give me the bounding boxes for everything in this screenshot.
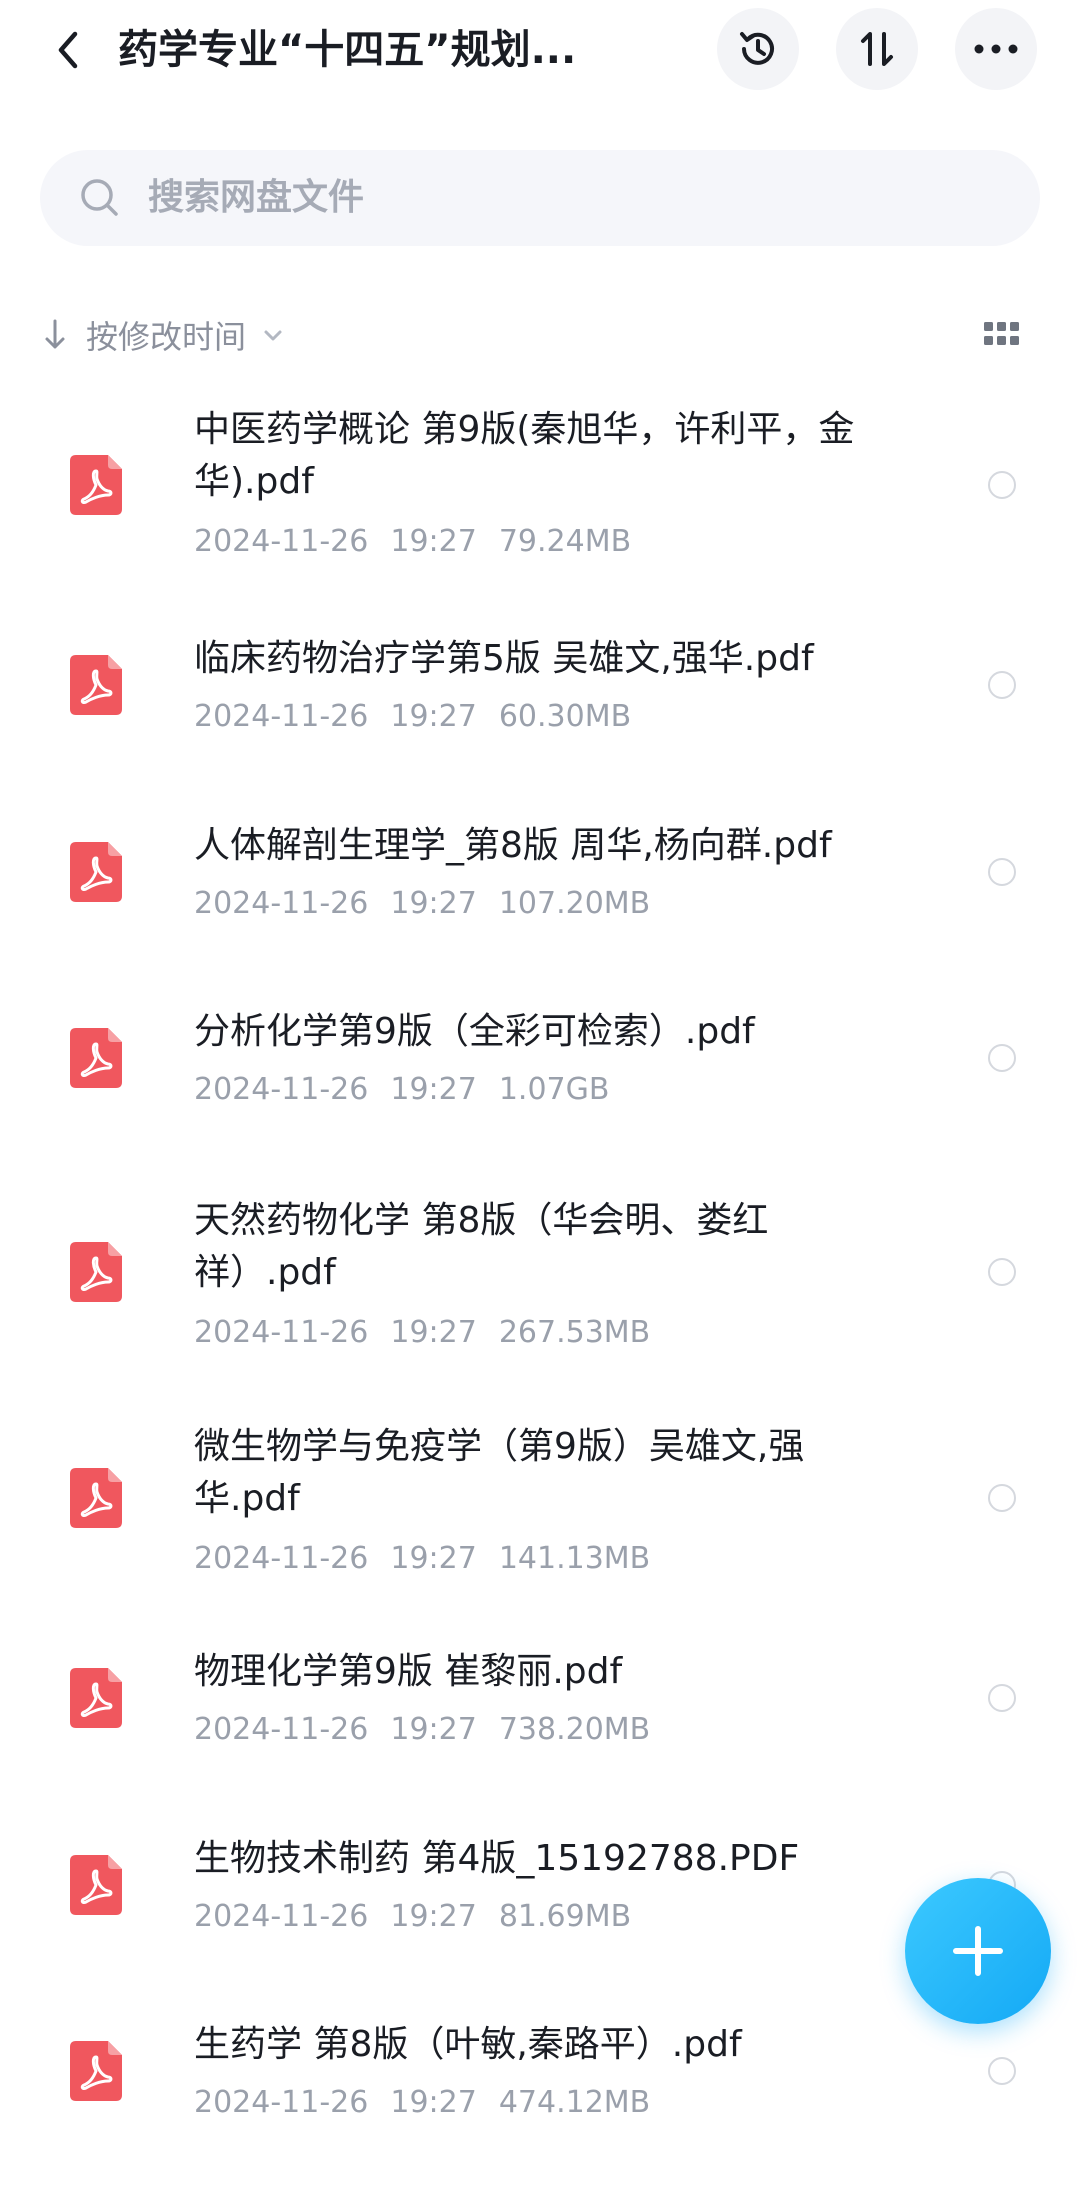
select-checkbox[interactable] bbox=[988, 671, 1016, 699]
add-button[interactable] bbox=[905, 1878, 1051, 2024]
file-size: 79.24MB bbox=[498, 524, 632, 559]
select-checkbox[interactable] bbox=[988, 858, 1016, 886]
file-date: 2024-11-26 bbox=[194, 1315, 369, 1350]
file-size: 474.12MB bbox=[498, 2085, 651, 2120]
pdf-file-icon bbox=[70, 1028, 122, 1088]
select-checkbox[interactable] bbox=[988, 1258, 1016, 1286]
file-time: 19:27 bbox=[390, 1315, 477, 1350]
file-size: 1.07GB bbox=[498, 1072, 610, 1107]
file-date: 2024-11-26 bbox=[194, 2085, 369, 2120]
file-meta: 2024-11-26 19:27 141.13MB bbox=[194, 1539, 672, 1579]
file-meta: 2024-11-26 19:27 267.53MB bbox=[194, 1313, 672, 1353]
file-time: 19:27 bbox=[390, 2085, 477, 2120]
file-meta: 2024-11-26 19:27 81.69MB bbox=[194, 1897, 653, 1937]
grid-view-icon[interactable] bbox=[982, 318, 1022, 354]
file-date: 2024-11-26 bbox=[194, 886, 369, 921]
file-time: 19:27 bbox=[390, 886, 477, 921]
file-size: 81.69MB bbox=[498, 1899, 632, 1934]
chevron-left-icon bbox=[58, 31, 78, 69]
pdf-file-icon bbox=[70, 1242, 122, 1302]
file-date: 2024-11-26 bbox=[194, 1712, 369, 1747]
select-checkbox[interactable] bbox=[988, 471, 1016, 499]
file-meta: 2024-11-26 19:27 738.20MB bbox=[194, 1710, 672, 1750]
history-icon bbox=[740, 32, 774, 65]
pdf-file-icon bbox=[70, 455, 122, 515]
file-date: 2024-11-26 bbox=[194, 1072, 369, 1107]
sort-label: 按修改时间 bbox=[86, 318, 247, 356]
more-button[interactable] bbox=[955, 8, 1037, 90]
arrow-down-icon bbox=[45, 319, 65, 349]
pdf-file-icon bbox=[70, 1855, 122, 1915]
file-date: 2024-11-26 bbox=[194, 1899, 369, 1934]
file-meta: 2024-11-26 19:27 1.07GB bbox=[194, 1070, 631, 1110]
sort-button[interactable] bbox=[836, 8, 918, 90]
file-time: 19:27 bbox=[390, 699, 477, 734]
file-name: 微生物学与免疫学（第9版）吴雄文,强华.pdf bbox=[194, 1426, 805, 1519]
file-time: 19:27 bbox=[390, 1899, 477, 1934]
file-name: 生药学 第8版（叶敏,秦路平）.pdf bbox=[194, 2024, 742, 2065]
file-name: 分析化学第9版（全彩可检索）.pdf bbox=[194, 1011, 755, 1052]
file-name: 临床药物治疗学第5版 吴雄文,强华.pdf bbox=[194, 638, 814, 679]
file-date: 2024-11-26 bbox=[194, 1541, 369, 1576]
select-checkbox[interactable] bbox=[988, 1684, 1016, 1712]
sort-arrows-icon bbox=[861, 32, 893, 66]
back-button[interactable] bbox=[40, 22, 96, 78]
file-size: 738.20MB bbox=[498, 1712, 651, 1747]
plus-icon bbox=[953, 1926, 1003, 1976]
select-checkbox[interactable] bbox=[988, 1044, 1016, 1072]
file-time: 19:27 bbox=[390, 1072, 477, 1107]
file-meta: 2024-11-26 19:27 79.24MB bbox=[194, 522, 653, 562]
file-name: 天然药物化学 第8版（华会明、娄红祥）.pdf bbox=[194, 1200, 769, 1293]
search-placeholder: 搜索网盘文件 bbox=[148, 177, 365, 218]
select-checkbox[interactable] bbox=[988, 1484, 1016, 1512]
file-meta: 2024-11-26 19:27 474.12MB bbox=[194, 2083, 672, 2123]
pdf-file-icon bbox=[70, 842, 122, 902]
file-name: 生物技术制药 第4版_15192788.PDF bbox=[194, 1838, 800, 1879]
file-time: 19:27 bbox=[390, 1712, 477, 1747]
search-bar[interactable]: 搜索网盘文件 bbox=[40, 150, 1040, 246]
select-checkbox[interactable] bbox=[988, 2057, 1016, 2085]
history-button[interactable] bbox=[717, 8, 799, 90]
file-name: 物理化学第9版 崔黎丽.pdf bbox=[194, 1651, 623, 1692]
search-icon bbox=[81, 179, 118, 216]
pdf-file-icon bbox=[70, 2041, 122, 2101]
file-size: 267.53MB bbox=[498, 1315, 651, 1350]
top-bar: 药学专业“十四五”规划... bbox=[0, 0, 1080, 100]
pdf-file-icon bbox=[70, 655, 122, 715]
file-size: 107.20MB bbox=[498, 886, 651, 921]
file-name: 中医药学概论 第9版(秦旭华，许利平，金华).pdf bbox=[194, 409, 855, 502]
file-meta: 2024-11-26 19:27 60.30MB bbox=[194, 697, 653, 737]
file-size: 141.13MB bbox=[498, 1541, 651, 1576]
sort-selector[interactable]: 按修改时间 bbox=[40, 305, 286, 365]
file-time: 19:27 bbox=[390, 1541, 477, 1576]
pdf-file-icon bbox=[70, 1668, 122, 1728]
file-name: 人体解剖生理学_第8版 周华,杨向群.pdf bbox=[194, 825, 832, 866]
chevron-down-icon bbox=[264, 330, 282, 341]
file-date: 2024-11-26 bbox=[194, 524, 369, 559]
file-browser-screen: 药学专业“十四五”规划... 搜索网盘文件 按修改时间 中医药学概论 第9版(秦… bbox=[0, 0, 1080, 2188]
file-meta: 2024-11-26 19:27 107.20MB bbox=[194, 884, 672, 924]
page-title: 药学专业“十四五”规划... bbox=[118, 27, 577, 73]
file-date: 2024-11-26 bbox=[194, 699, 369, 734]
more-dots-icon bbox=[974, 44, 1018, 54]
file-size: 60.30MB bbox=[498, 699, 632, 734]
file-time: 19:27 bbox=[390, 524, 477, 559]
pdf-file-icon bbox=[70, 1468, 122, 1528]
